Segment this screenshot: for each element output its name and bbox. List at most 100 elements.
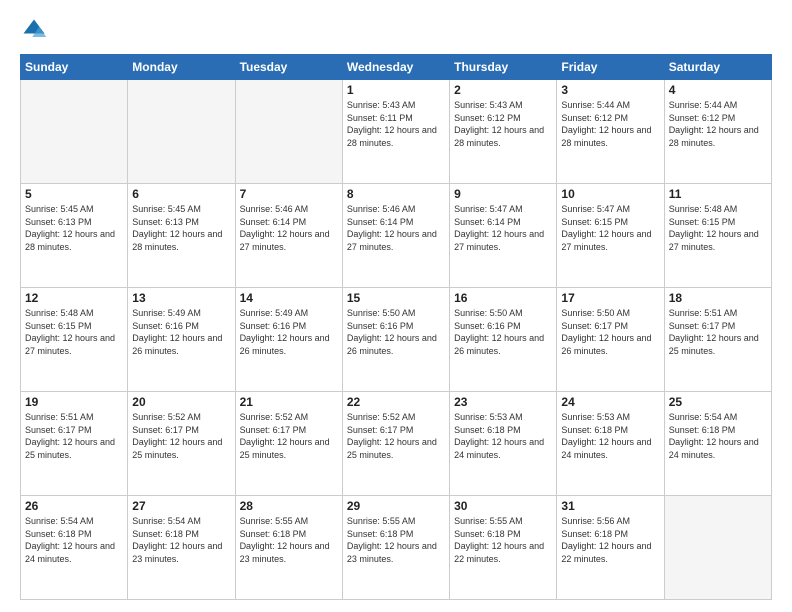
day-number: 8 [347, 187, 445, 201]
calendar-cell: 24Sunrise: 5:53 AMSunset: 6:18 PMDayligh… [557, 392, 664, 496]
day-number: 27 [132, 499, 230, 513]
day-info: Sunrise: 5:55 AMSunset: 6:18 PMDaylight:… [347, 515, 445, 565]
calendar-cell: 7 Sunrise: 5:46 AMSunset: 6:14 PMDaylight… [235, 184, 342, 288]
day-info: Sunrise: 5:54 AMSunset: 6:18 PMDaylight:… [669, 411, 767, 461]
page: SundayMondayTuesdayWednesdayThursdayFrid… [0, 0, 792, 612]
day-number: 29 [347, 499, 445, 513]
day-info: Sunrise: 5:43 AMSunset: 6:11 PMDaylight:… [347, 99, 445, 149]
day-info: Sunrise: 5:52 AMSunset: 6:17 PMDaylight:… [347, 411, 445, 461]
calendar-cell: 17 Sunrise: 5:50 AMSunset: 6:17 PMDayligh… [557, 288, 664, 392]
weekday-header: Tuesday [235, 55, 342, 80]
day-info: Sunrise: 5:55 AMSunset: 6:18 PMDaylight:… [454, 515, 552, 565]
day-info: Sunrise: 5:52 AMSunset: 6:17 PMDaylight:… [132, 411, 230, 461]
calendar-cell: 6Sunrise: 5:45 AMSunset: 6:13 PMDaylight… [128, 184, 235, 288]
calendar-cell: 16 Sunrise: 5:50 AMSunset: 6:16 PMDayligh… [450, 288, 557, 392]
calendar-cell: 9Sunrise: 5:47 AMSunset: 6:14 PMDaylight… [450, 184, 557, 288]
day-info: Sunrise: 5:48 AMSunset: 6:15 PMDaylight:… [25, 307, 123, 357]
week-row: 12 Sunrise: 5:48 AMSunset: 6:15 PMDayligh… [21, 288, 772, 392]
day-number: 6 [132, 187, 230, 201]
calendar-cell: 8 Sunrise: 5:46 AMSunset: 6:14 PMDaylight… [342, 184, 449, 288]
day-number: 2 [454, 83, 552, 97]
day-number: 15 [347, 291, 445, 305]
day-number: 11 [669, 187, 767, 201]
day-info: Sunrise: 5:45 AMSunset: 6:13 PMDaylight:… [25, 203, 123, 253]
calendar-cell: 30 Sunrise: 5:55 AMSunset: 6:18 PMDayligh… [450, 496, 557, 600]
header [20, 16, 772, 44]
day-number: 13 [132, 291, 230, 305]
calendar-cell: 25 Sunrise: 5:54 AMSunset: 6:18 PMDayligh… [664, 392, 771, 496]
weekday-header: Wednesday [342, 55, 449, 80]
weekday-header-row: SundayMondayTuesdayWednesdayThursdayFrid… [21, 55, 772, 80]
logo-icon [20, 16, 48, 44]
day-info: Sunrise: 5:50 AMSunset: 6:17 PMDaylight:… [561, 307, 659, 357]
calendar-cell: 21 Sunrise: 5:52 AMSunset: 6:17 PMDayligh… [235, 392, 342, 496]
day-info: Sunrise: 5:51 AMSunset: 6:17 PMDaylight:… [25, 411, 123, 461]
week-row: 1 Sunrise: 5:43 AMSunset: 6:11 PMDaylight… [21, 80, 772, 184]
weekday-header: Sunday [21, 55, 128, 80]
day-info: Sunrise: 5:47 AMSunset: 6:14 PMDaylight:… [454, 203, 552, 253]
calendar-cell: 11 Sunrise: 5:48 AMSunset: 6:15 PMDayligh… [664, 184, 771, 288]
day-number: 17 [561, 291, 659, 305]
day-number: 20 [132, 395, 230, 409]
day-number: 30 [454, 499, 552, 513]
calendar-cell: 19 Sunrise: 5:51 AMSunset: 6:17 PMDayligh… [21, 392, 128, 496]
day-number: 19 [25, 395, 123, 409]
day-info: Sunrise: 5:50 AMSunset: 6:16 PMDaylight:… [454, 307, 552, 357]
day-number: 26 [25, 499, 123, 513]
calendar-cell: 22Sunrise: 5:52 AMSunset: 6:17 PMDayligh… [342, 392, 449, 496]
day-info: Sunrise: 5:43 AMSunset: 6:12 PMDaylight:… [454, 99, 552, 149]
day-info: Sunrise: 5:53 AMSunset: 6:18 PMDaylight:… [561, 411, 659, 461]
day-info: Sunrise: 5:46 AMSunset: 6:14 PMDaylight:… [240, 203, 338, 253]
weekday-header: Monday [128, 55, 235, 80]
day-info: Sunrise: 5:49 AMSunset: 6:16 PMDaylight:… [240, 307, 338, 357]
calendar-cell: 4 Sunrise: 5:44 AMSunset: 6:12 PMDaylight… [664, 80, 771, 184]
day-info: Sunrise: 5:54 AMSunset: 6:18 PMDaylight:… [132, 515, 230, 565]
day-info: Sunrise: 5:50 AMSunset: 6:16 PMDaylight:… [347, 307, 445, 357]
day-number: 10 [561, 187, 659, 201]
day-info: Sunrise: 5:48 AMSunset: 6:15 PMDaylight:… [669, 203, 767, 253]
day-number: 5 [25, 187, 123, 201]
day-number: 12 [25, 291, 123, 305]
day-info: Sunrise: 5:47 AMSunset: 6:15 PMDaylight:… [561, 203, 659, 253]
day-info: Sunrise: 5:54 AMSunset: 6:18 PMDaylight:… [25, 515, 123, 565]
calendar-cell: 15 Sunrise: 5:50 AMSunset: 6:16 PMDayligh… [342, 288, 449, 392]
calendar-cell: 13Sunrise: 5:49 AMSunset: 6:16 PMDayligh… [128, 288, 235, 392]
day-number: 4 [669, 83, 767, 97]
day-info: Sunrise: 5:55 AMSunset: 6:18 PMDaylight:… [240, 515, 338, 565]
day-number: 21 [240, 395, 338, 409]
day-number: 16 [454, 291, 552, 305]
day-number: 14 [240, 291, 338, 305]
day-info: Sunrise: 5:44 AMSunset: 6:12 PMDaylight:… [669, 99, 767, 149]
calendar-cell: 2 Sunrise: 5:43 AMSunset: 6:12 PMDaylight… [450, 80, 557, 184]
week-row: 26 Sunrise: 5:54 AMSunset: 6:18 PMDayligh… [21, 496, 772, 600]
week-row: 19 Sunrise: 5:51 AMSunset: 6:17 PMDayligh… [21, 392, 772, 496]
day-info: Sunrise: 5:52 AMSunset: 6:17 PMDaylight:… [240, 411, 338, 461]
calendar-cell: 31 Sunrise: 5:56 AMSunset: 6:18 PMDayligh… [557, 496, 664, 600]
calendar-cell: 23Sunrise: 5:53 AMSunset: 6:18 PMDayligh… [450, 392, 557, 496]
calendar-cell: 10 Sunrise: 5:47 AMSunset: 6:15 PMDayligh… [557, 184, 664, 288]
day-info: Sunrise: 5:44 AMSunset: 6:12 PMDaylight:… [561, 99, 659, 149]
calendar-cell: 12 Sunrise: 5:48 AMSunset: 6:15 PMDayligh… [21, 288, 128, 392]
day-info: Sunrise: 5:56 AMSunset: 6:18 PMDaylight:… [561, 515, 659, 565]
day-number: 31 [561, 499, 659, 513]
calendar-cell: 3Sunrise: 5:44 AMSunset: 6:12 PMDaylight… [557, 80, 664, 184]
day-number: 7 [240, 187, 338, 201]
calendar-cell [664, 496, 771, 600]
weekday-header: Thursday [450, 55, 557, 80]
calendar-cell: 18Sunrise: 5:51 AMSunset: 6:17 PMDayligh… [664, 288, 771, 392]
calendar-cell [128, 80, 235, 184]
logo [20, 16, 50, 44]
calendar-cell: 5 Sunrise: 5:45 AMSunset: 6:13 PMDaylight… [21, 184, 128, 288]
day-number: 28 [240, 499, 338, 513]
weekday-header: Friday [557, 55, 664, 80]
calendar-cell [21, 80, 128, 184]
day-number: 25 [669, 395, 767, 409]
calendar-cell [235, 80, 342, 184]
day-info: Sunrise: 5:46 AMSunset: 6:14 PMDaylight:… [347, 203, 445, 253]
calendar-cell: 28 Sunrise: 5:55 AMSunset: 6:18 PMDayligh… [235, 496, 342, 600]
day-number: 1 [347, 83, 445, 97]
calendar-cell: 26 Sunrise: 5:54 AMSunset: 6:18 PMDayligh… [21, 496, 128, 600]
day-number: 18 [669, 291, 767, 305]
calendar-cell: 29 Sunrise: 5:55 AMSunset: 6:18 PMDayligh… [342, 496, 449, 600]
calendar-table: SundayMondayTuesdayWednesdayThursdayFrid… [20, 54, 772, 600]
